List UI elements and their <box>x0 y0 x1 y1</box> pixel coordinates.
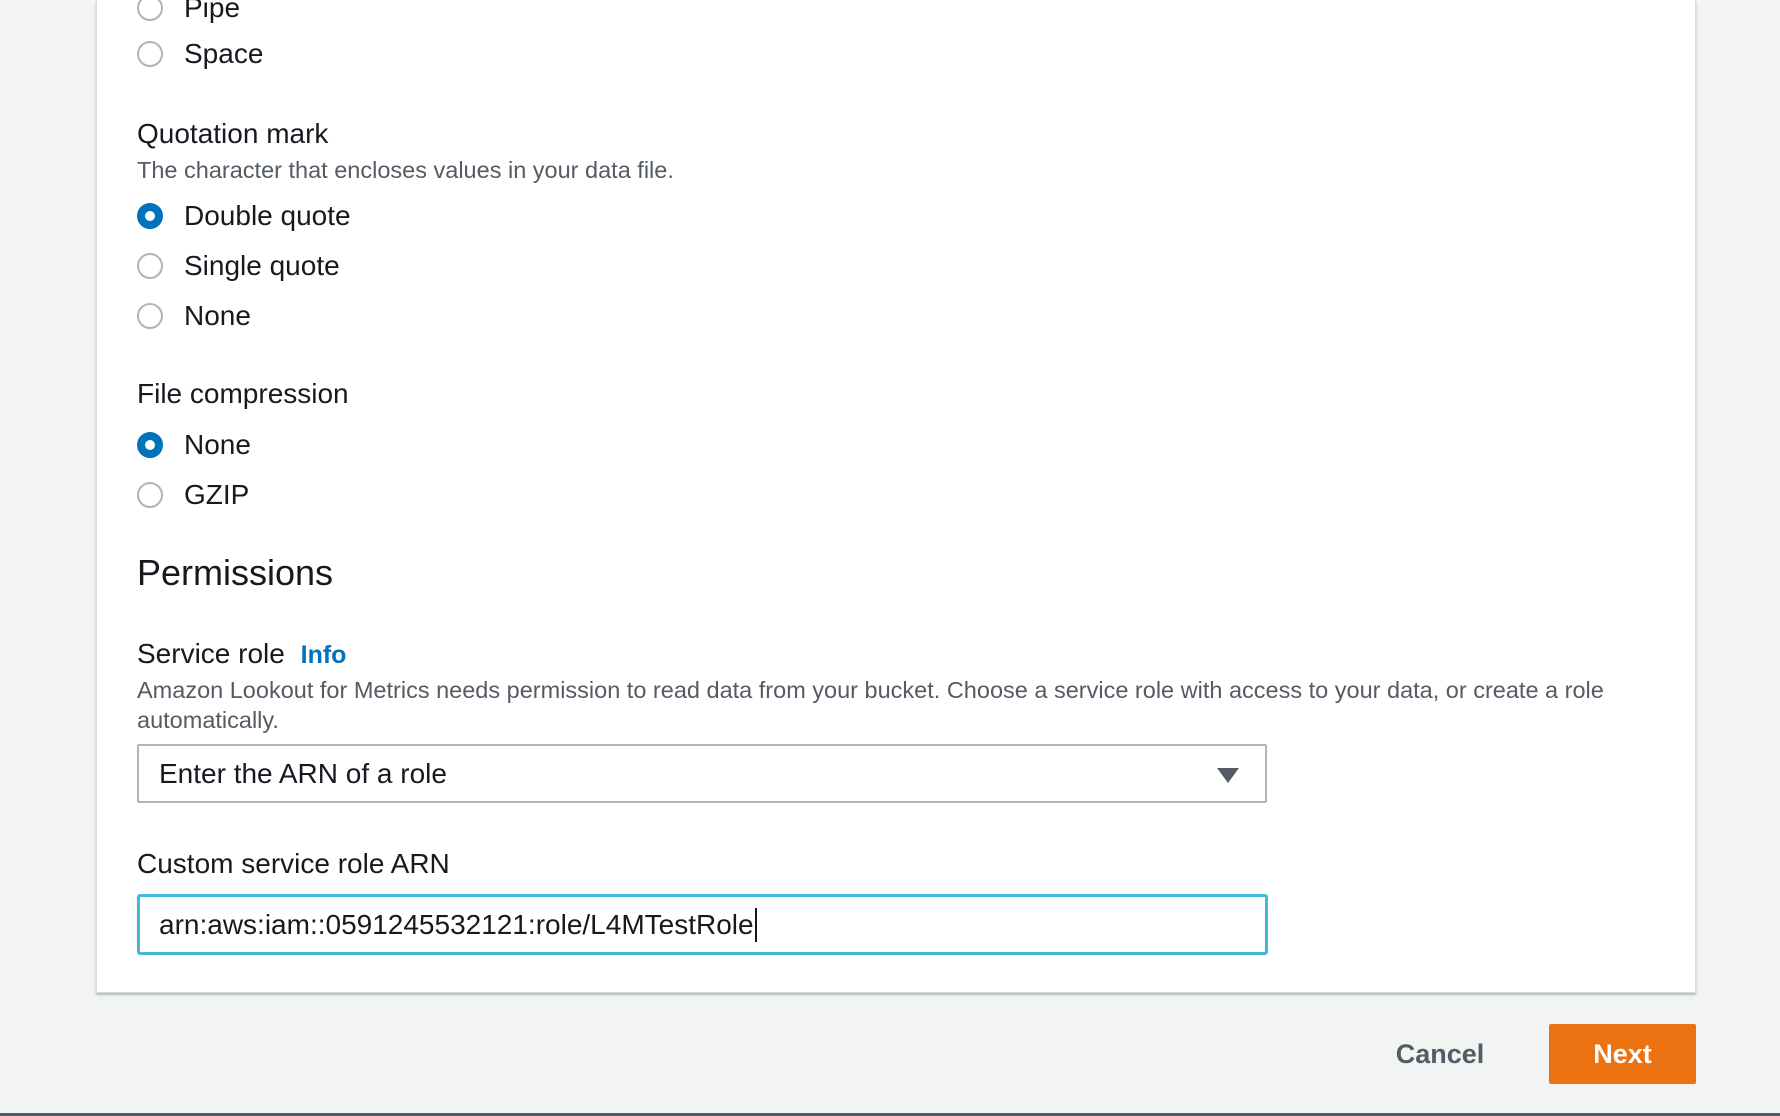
quotation-mark-label: Quotation mark <box>137 118 329 149</box>
text-cursor <box>754 907 757 942</box>
radio-label: Space <box>184 38 264 69</box>
service-role-description: Amazon Lookout for Metrics needs permiss… <box>137 677 1604 733</box>
radio-option-space[interactable]: Space <box>137 34 263 74</box>
radio-label: None <box>184 300 251 331</box>
custom-arn-label: Custom service role ARN <box>137 848 450 879</box>
service-role-label-row: Service role Info <box>137 638 346 670</box>
cancel-button[interactable]: Cancel <box>1370 1024 1510 1084</box>
custom-arn-value: arn:aws:iam::0591245532121:role/L4MTestR… <box>159 908 754 940</box>
radio-option-pipe[interactable]: Pipe <box>137 0 240 28</box>
radio-label: Single quote <box>184 250 340 281</box>
file-compression-label: File compression <box>137 378 349 409</box>
next-button[interactable]: Next <box>1549 1024 1696 1084</box>
radio-button[interactable] <box>137 0 163 21</box>
radio-label: Double quote <box>184 200 351 231</box>
radio-option-double-quote[interactable]: Double quote <box>137 196 351 236</box>
service-role-select[interactable]: Enter the ARN of a role <box>137 744 1267 803</box>
radio-button[interactable] <box>137 253 163 279</box>
radio-label: None <box>184 429 251 460</box>
info-link[interactable]: Info <box>301 641 347 669</box>
radio-button[interactable] <box>137 41 163 67</box>
permissions-heading: Permissions <box>137 552 334 593</box>
quotation-mark-description: The character that encloses values in yo… <box>137 157 674 183</box>
radio-label: Pipe <box>184 0 241 23</box>
radio-option-compression-none[interactable]: None <box>137 425 251 465</box>
service-role-selected-value: Enter the ARN of a role <box>159 757 447 789</box>
form-panel: Pipe Space Quotation mark The character … <box>96 0 1696 993</box>
radio-option-gzip[interactable]: GZIP <box>137 475 249 515</box>
radio-option-single-quote[interactable]: Single quote <box>137 246 340 286</box>
radio-option-quote-none[interactable]: None <box>137 296 251 336</box>
service-role-label: Service role <box>137 638 285 669</box>
radio-button-selected[interactable] <box>137 432 163 458</box>
custom-arn-input[interactable]: arn:aws:iam::0591245532121:role/L4MTestR… <box>137 894 1268 955</box>
radio-label: GZIP <box>184 479 250 510</box>
radio-button-selected[interactable] <box>137 203 163 229</box>
caret-down-icon <box>1217 768 1239 783</box>
radio-button[interactable] <box>137 303 163 329</box>
radio-button[interactable] <box>137 482 163 508</box>
